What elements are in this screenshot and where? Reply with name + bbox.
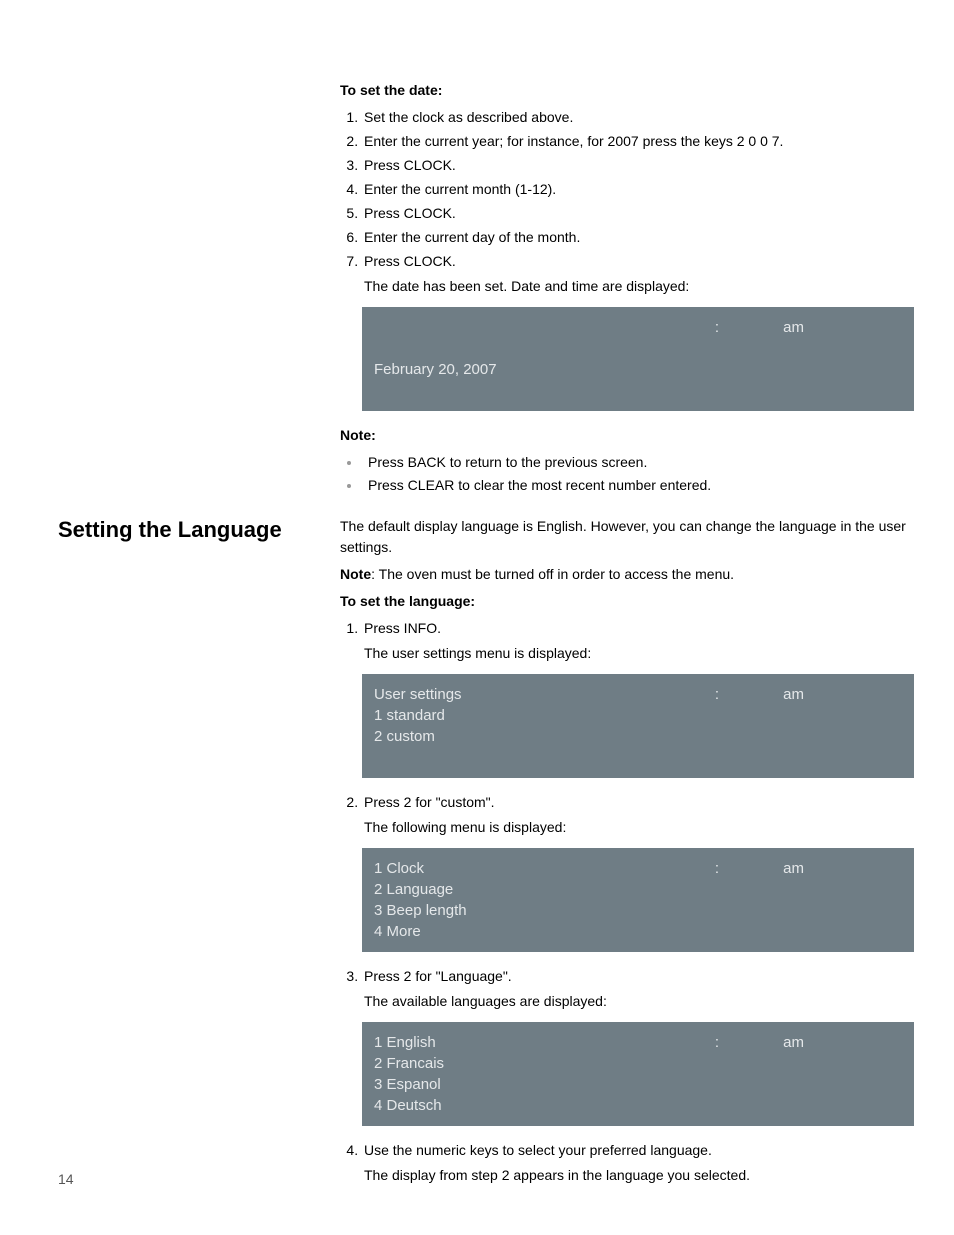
display-colon: : [715,858,719,879]
note-item-2: Press CLEAR to clear the most recent num… [362,475,914,496]
display-am-label: am [783,1032,804,1053]
display-user-settings: : am User settings 1 standard 2 custom [362,674,914,778]
page-number: 14 [58,1169,74,1190]
lang-step-2-text: Press 2 for "custom". [364,794,495,810]
display-languages: : am 1 English 2 Francais 3 Espanol 4 De… [362,1022,914,1126]
display-cm-line1: 1 Clock [374,858,902,879]
set-date-result-text: The date has been set. Date and time are… [364,276,914,297]
set-lang-steps-2: Press 2 for "custom". The following menu… [340,792,914,838]
display-lang-line2: 2 Francais [374,1053,902,1074]
display-colon: : [715,684,719,705]
display-us-line3: 2 custom [374,726,902,747]
display-cm-line4: 4 More [374,921,902,942]
display-cm-line2: 2 Language [374,879,902,900]
display-date-screen: : am February 20, 2007 [362,307,914,411]
lang-step-4: Use the numeric keys to select your pref… [362,1140,914,1186]
lang-step-4-sub: The display from step 2 appears in the l… [364,1165,914,1186]
lang-intro-text: The default display language is English.… [340,516,914,558]
lang-step-3-text: Press 2 for "Language". [364,968,512,984]
lang-note: Note: The oven must be turned off in ord… [340,564,914,585]
display-us-line2: 1 standard [374,705,902,726]
section-title: Setting the Language [58,513,318,546]
set-date-step-6: Enter the current day of the month. [362,227,914,248]
display-am-label: am [783,317,804,338]
display-cm-line3: 3 Beep length [374,900,902,921]
set-date-step-2: Enter the current year; for instance, fo… [362,131,914,152]
lang-note-text: : The oven must be turned off in order t… [371,566,734,582]
set-date-heading: To set the date: [340,80,914,101]
lang-step-3: Press 2 for "Language". The available la… [362,966,914,1012]
lang-note-label: Note [340,566,371,582]
note-list: Press BACK to return to the previous scr… [340,452,914,496]
display-colon: : [715,1032,719,1053]
display-am-label: am [783,684,804,705]
display-date-line: February 20, 2007 [374,359,902,380]
set-lang-steps-3: Press 2 for "Language". The available la… [340,966,914,1012]
set-date-step-1: Set the clock as described above. [362,107,914,128]
set-date-step-3: Press CLOCK. [362,155,914,176]
note-item-1: Press BACK to return to the previous scr… [362,452,914,473]
display-lang-line3: 3 Espanol [374,1074,902,1095]
lang-step-1-sub: The user settings menu is displayed: [364,643,914,664]
display-colon: : [715,317,719,338]
lang-step-4-text: Use the numeric keys to select your pref… [364,1142,712,1158]
lang-step-1: Press INFO. The user settings menu is di… [362,618,914,664]
lang-step-3-sub: The available languages are displayed: [364,991,914,1012]
set-date-steps: Set the clock as described above. Enter … [340,107,914,297]
set-lang-steps: Press INFO. The user settings menu is di… [340,618,914,664]
note-heading: Note: [340,425,914,446]
set-date-step-7: Press CLOCK. The date has been set. Date… [362,251,914,297]
display-am-label: am [783,858,804,879]
lang-step-2-sub: The following menu is displayed: [364,817,914,838]
set-date-step-5: Press CLOCK. [362,203,914,224]
set-date-step-7-text: Press CLOCK. [364,253,456,269]
lang-step-2: Press 2 for "custom". The following menu… [362,792,914,838]
display-lang-line1: 1 English [374,1032,902,1053]
set-date-step-4: Enter the current month (1-12). [362,179,914,200]
display-custom-menu: : am 1 Clock 2 Language 3 Beep length 4 … [362,848,914,952]
display-us-line1: User settings [374,684,902,705]
lang-step-1-text: Press INFO. [364,620,441,636]
set-lang-heading: To set the language: [340,591,914,612]
display-lang-line4: 4 Deutsch [374,1095,902,1116]
set-lang-steps-4: Use the numeric keys to select your pref… [340,1140,914,1186]
